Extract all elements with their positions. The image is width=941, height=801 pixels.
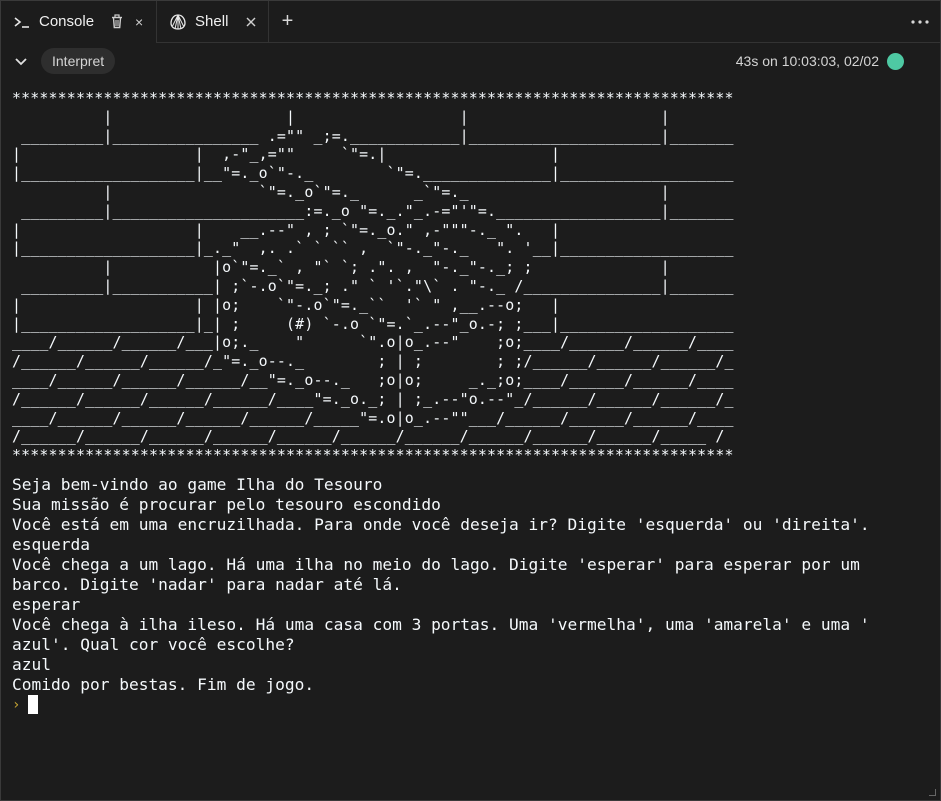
console-line: Você está em uma encruzilhada. Para onde…	[12, 514, 870, 534]
tab-shell-label: Shell	[195, 13, 229, 30]
tab-shell[interactable]: Shell	[157, 1, 270, 42]
console-toolbar: Interpret 43s on 10:03:03, 02/02	[1, 43, 940, 79]
console-line: Sua missão é procurar pelo tesouro escon…	[12, 494, 441, 514]
interpret-button[interactable]: Interpret	[41, 48, 116, 74]
prompt-chevron-icon: ›	[12, 696, 21, 713]
console-line: azul	[12, 654, 51, 674]
status-indicator	[887, 52, 904, 70]
trash-icon[interactable]	[108, 13, 126, 31]
console-line: esquerda	[12, 534, 90, 554]
ascii-art-treasure-island: ****************************************…	[12, 89, 734, 465]
terminal-icon	[13, 15, 31, 29]
chevron-down-icon[interactable]	[9, 49, 33, 73]
console-line: Seja bem-vindo ao game Ilha do Tesouro	[12, 474, 383, 494]
console-output[interactable]: ****************************************…	[12, 89, 930, 780]
more-options-icon[interactable]	[900, 1, 940, 42]
console-log: Seja bem-vindo ao game Ilha do Tesouro Su…	[12, 475, 930, 695]
console-line: barco. Digite 'nadar' para nadar até lá.	[12, 574, 402, 594]
resize-handle[interactable]	[929, 789, 936, 796]
console-line: Comido por bestas. Fim de jogo.	[12, 674, 315, 694]
shell-icon	[169, 13, 187, 31]
console-line: Você chega a um lago. Há uma ilha no mei…	[12, 554, 860, 574]
run-status-text: 43s on 10:03:03, 02/02	[735, 53, 879, 69]
input-prompt-line[interactable]: ›	[12, 695, 930, 715]
close-icon[interactable]: ×	[130, 13, 148, 31]
tab-console-label: Console	[39, 13, 95, 30]
close-icon[interactable]	[242, 13, 260, 31]
replit-console-window: Console × Shell + Interpret 43s on 10:03…	[0, 0, 941, 801]
tab-bar-spacer	[305, 1, 900, 42]
tab-console[interactable]: Console ×	[1, 1, 158, 43]
text-cursor	[28, 695, 39, 715]
console-line: esperar	[12, 594, 81, 614]
console-line: Você chega à ilha ileso. Há uma casa com…	[12, 614, 870, 634]
tab-bar: Console × Shell +	[1, 1, 940, 43]
console-line: azul'. Qual cor você escolhe?	[12, 634, 295, 654]
add-tab-button[interactable]: +	[269, 1, 305, 42]
